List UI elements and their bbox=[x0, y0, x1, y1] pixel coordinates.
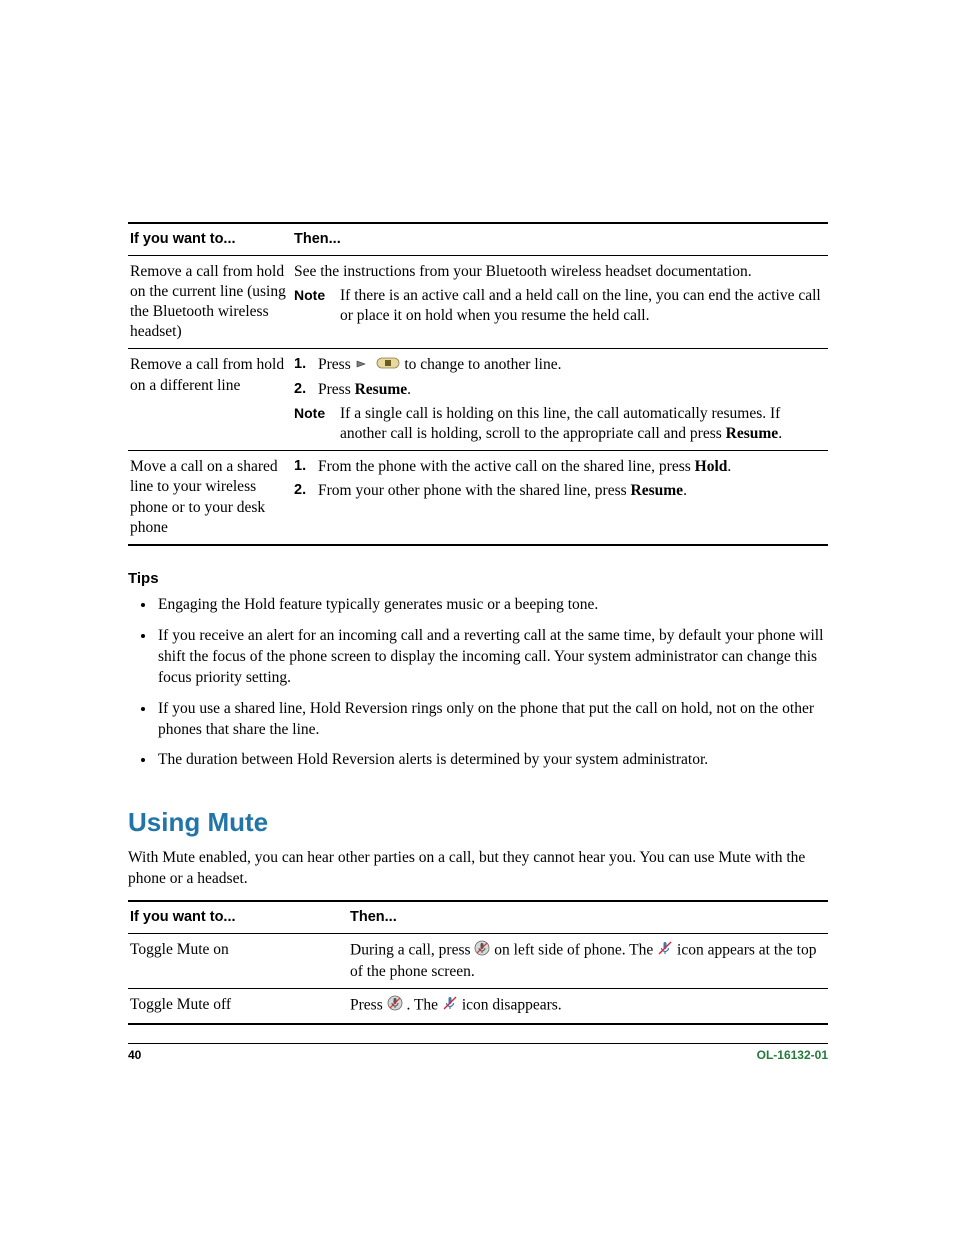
task-cell: Remove a call from hold on a different l… bbox=[128, 349, 292, 451]
mute-status-icon bbox=[442, 995, 458, 1017]
t1-head-c1: If you want to... bbox=[128, 223, 292, 255]
step: 1. From the phone with the active call o… bbox=[294, 457, 824, 477]
note-label: Note bbox=[294, 286, 340, 326]
note-text: If a single call is holding on this line… bbox=[340, 404, 824, 444]
step-num: 1. bbox=[294, 355, 318, 376]
t2-head-c2: Then... bbox=[348, 901, 828, 933]
list-item: The duration between Hold Reversion aler… bbox=[156, 750, 828, 771]
list-item: If you receive an alert for an incoming … bbox=[156, 626, 828, 689]
page-footer: 40 OL-16132-01 bbox=[128, 1043, 828, 1062]
mute-table: If you want to... Then... Toggle Mute on… bbox=[128, 900, 828, 1025]
step: 2. From your other phone with the shared… bbox=[294, 481, 824, 501]
table-row: Toggle Mute on During a call, press on l… bbox=[128, 934, 828, 989]
nav-right-icon bbox=[355, 356, 373, 376]
hold-table: If you want to... Then... Remove a call … bbox=[128, 222, 828, 546]
table-row: Move a call on a shared line to your wir… bbox=[128, 451, 828, 545]
page-content: If you want to... Then... Remove a call … bbox=[128, 222, 828, 1025]
task-cell: Remove a call from hold on the current l… bbox=[128, 255, 292, 349]
note-block: Note If there is an active call and a he… bbox=[294, 286, 824, 326]
step-num: 1. bbox=[294, 457, 318, 477]
tips-heading: Tips bbox=[128, 570, 828, 587]
action-cell: Press . The bbox=[348, 989, 828, 1025]
section-heading: Using Mute bbox=[128, 807, 828, 838]
t2-head-c1: If you want to... bbox=[128, 901, 348, 933]
tips-list: Engaging the Hold feature typically gene… bbox=[128, 595, 828, 771]
step-text: Press Resume. bbox=[318, 380, 824, 400]
table-row: Toggle Mute off Press . The bbox=[128, 989, 828, 1025]
step-text: From your other phone with the shared li… bbox=[318, 481, 824, 501]
note-block: Note If a single call is holding on this… bbox=[294, 404, 824, 444]
task-cell: Toggle Mute on bbox=[128, 934, 348, 989]
section-intro: With Mute enabled, you can hear other pa… bbox=[128, 848, 828, 890]
action-cell: 1. From the phone with the active call o… bbox=[292, 451, 828, 545]
step-num: 2. bbox=[294, 380, 318, 400]
page-number: 40 bbox=[128, 1048, 141, 1062]
step-text: Press bbox=[318, 355, 824, 376]
t1-head-c2: Then... bbox=[292, 223, 828, 255]
action-cell: 1. Press bbox=[292, 349, 828, 451]
note-label: Note bbox=[294, 404, 340, 444]
task-cell: Toggle Mute off bbox=[128, 989, 348, 1025]
step-text: From the phone with the active call on t… bbox=[318, 457, 824, 477]
mute-button-icon bbox=[474, 940, 490, 962]
doc-number: OL-16132-01 bbox=[757, 1048, 828, 1062]
mute-status-icon bbox=[657, 940, 673, 962]
task-cell: Move a call on a shared line to your wir… bbox=[128, 451, 292, 545]
step: 1. Press bbox=[294, 355, 824, 376]
step: 2. Press Resume. bbox=[294, 380, 824, 400]
mute-button-icon bbox=[387, 995, 403, 1017]
table-row: Remove a call from hold on the current l… bbox=[128, 255, 828, 349]
step-num: 2. bbox=[294, 481, 318, 501]
note-text: If there is an active call and a held ca… bbox=[340, 286, 824, 326]
table-row: Remove a call from hold on a different l… bbox=[128, 349, 828, 451]
action-cell: During a call, press on left side of pho… bbox=[348, 934, 828, 989]
action-cell: See the instructions from your Bluetooth… bbox=[292, 255, 828, 349]
instruction-line: See the instructions from your Bluetooth… bbox=[294, 262, 824, 282]
list-item: If you use a shared line, Hold Reversion… bbox=[156, 699, 828, 741]
line-key-icon bbox=[376, 356, 400, 376]
list-item: Engaging the Hold feature typically gene… bbox=[156, 595, 828, 616]
